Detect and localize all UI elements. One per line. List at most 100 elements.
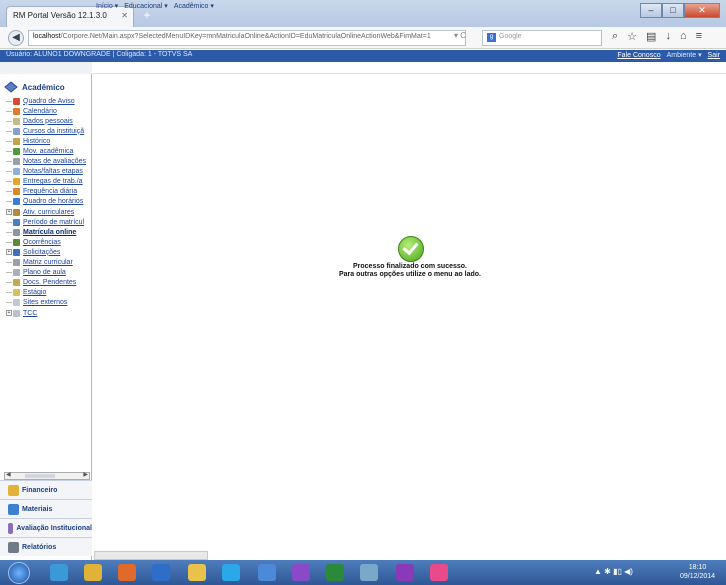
sidebar-item[interactable]: + Ativ. curriculares <box>6 207 92 217</box>
sidebar-section[interactable]: Relatórios <box>0 537 92 556</box>
sidebar-item-label: Notas/faltas etapas <box>23 168 83 176</box>
scroll-right-icon[interactable]: ▶ <box>83 471 88 478</box>
sidebar-item[interactable]: Calendário <box>6 106 92 116</box>
onenote-icon[interactable] <box>396 564 414 581</box>
sidebar-item[interactable]: Dados pessoais <box>6 116 92 126</box>
academic-icon <box>4 81 18 93</box>
sidebar-item[interactable]: Cursos da instituiçã <box>6 126 92 136</box>
search-icon[interactable]: ⌕ <box>612 30 618 43</box>
sidebar-item[interactable]: Notas/faltas etapas <box>6 167 92 177</box>
maximize-button[interactable]: □ <box>662 3 684 18</box>
colorful-app-icon[interactable] <box>430 564 448 581</box>
sidebar-item[interactable]: Quadro de horários <box>6 197 92 207</box>
reload-icon[interactable]: ▾ C <box>454 31 466 40</box>
sidebar-item[interactable]: Matriz curricular <box>6 258 92 268</box>
tree-line <box>6 151 12 153</box>
sidebar-item-label: Docs. Pendentes <box>23 279 77 287</box>
menu-academico[interactable]: Acadêmico ▾ <box>174 2 214 10</box>
sidebar-item[interactable]: Ocorrências <box>6 237 92 247</box>
visual-studio-icon[interactable] <box>292 564 310 581</box>
search-input[interactable]: g Google <box>482 30 602 46</box>
sidebar-section[interactable]: Financeiro <box>0 480 92 499</box>
sidebar-item[interactable]: Docs. Pendentes <box>6 278 92 288</box>
menu-bar <box>0 62 726 74</box>
sidebar-scrollbar[interactable]: ◀ ▶ <box>4 472 90 480</box>
clock[interactable]: 18:10 09/12/2014 <box>680 563 715 581</box>
menu-educacional[interactable]: Educacional ▾ <box>124 2 168 10</box>
sidebar-item-label: Matriz curricular <box>23 259 73 267</box>
tree-line <box>6 140 12 142</box>
app-icon[interactable] <box>258 564 276 581</box>
sidebar-title: Acadêmico <box>22 82 65 92</box>
fale-conosco-link[interactable]: Fale Conosco <box>617 52 660 59</box>
tree-line <box>6 221 12 223</box>
folder-icon[interactable] <box>188 564 206 581</box>
sidebar-item[interactable]: Período de matrícul <box>6 217 92 227</box>
menu-item-icon <box>13 238 20 246</box>
sidebar-item[interactable]: Mov. acadêmica <box>6 146 92 156</box>
sidebar-item[interactable]: Plano de aula <box>6 268 92 278</box>
menu-item-icon <box>13 309 20 317</box>
clock-date: 09/12/2014 <box>680 573 716 580</box>
system-tray[interactable]: ▲ ✱ ▮▯ ◀) <box>594 567 633 576</box>
sidebar-item[interactable]: Frequência diária <box>6 187 92 197</box>
bookmark-star-icon[interactable]: ☆ <box>627 30 637 43</box>
close-window-button[interactable]: ✕ <box>684 3 720 18</box>
sidebar-item-label: Estágio <box>23 289 47 297</box>
menu-inicio[interactable]: Início ▾ <box>96 2 118 10</box>
menu-item-icon <box>13 259 20 267</box>
sidebar-item[interactable]: Matrícula online <box>6 227 92 237</box>
reading-list-icon[interactable]: ▤ <box>646 30 656 43</box>
expand-icon[interactable]: + <box>6 209 12 216</box>
scroll-left-icon[interactable]: ◀ <box>6 471 11 478</box>
menu-item-icon <box>13 168 20 176</box>
sidebar-item-label: Período de matrícul <box>23 218 85 226</box>
sidebar-item[interactable]: + Solicitações <box>6 247 92 257</box>
sidebar-section[interactable]: Avaliação Institucional <box>0 518 92 537</box>
success-line-2: Para outras opções utilize o menu ao lad… <box>339 271 481 278</box>
user-bar: Usuário: ALUNO1 DOWNGRADE | Coligada: 1 … <box>0 50 726 62</box>
ambiente-menu[interactable]: Ambiente ▾ <box>667 52 702 59</box>
address-bar[interactable]: localhost/Corpore.Net/Main.aspx?Selected… <box>28 30 466 46</box>
taskbar: ▲ ✱ ▮▯ ◀) 18:10 09/12/2014 <box>0 560 726 585</box>
home-icon[interactable]: ⌂ <box>680 30 687 43</box>
excel-icon[interactable] <box>326 564 344 581</box>
tool-icon[interactable] <box>360 564 378 581</box>
clock-time: 18:10 <box>688 564 707 571</box>
chrome-icon[interactable] <box>84 564 102 581</box>
sidebar-item[interactable]: Entregas de trab./a <box>6 177 92 187</box>
sidebar-item-label: Mov. acadêmica <box>23 148 74 156</box>
tree-line <box>6 262 12 264</box>
minimize-button[interactable]: – <box>640 3 662 18</box>
expand-icon[interactable]: + <box>6 310 12 317</box>
new-tab-icon[interactable]: + <box>140 8 154 22</box>
sidebar-section[interactable]: Materiais <box>0 499 92 518</box>
section-icon <box>8 541 19 553</box>
sidebar-item[interactable]: Estágio <box>6 288 92 298</box>
back-icon[interactable]: ◀ <box>8 30 24 46</box>
sidebar-item[interactable]: + TCC <box>6 308 92 318</box>
outlook-icon[interactable] <box>152 564 170 581</box>
sidebar-item-label: Solicitações <box>23 248 61 256</box>
download-icon[interactable]: ↓ <box>665 30 671 43</box>
menu-icon[interactable]: ≡ <box>696 30 702 43</box>
menu-item-icon <box>13 117 20 125</box>
sidebar: Acadêmico Quadro de Aviso Calendário Dados… <box>0 74 92 560</box>
menu-item-icon <box>13 148 20 156</box>
sidebar-item[interactable]: Sites externos <box>6 298 92 308</box>
ie-icon[interactable] <box>50 564 68 581</box>
sidebar-item[interactable]: Quadro de Aviso <box>6 96 92 106</box>
sidebar-item[interactable]: Notas de avaliações <box>6 157 92 167</box>
firefox-icon[interactable] <box>118 564 136 581</box>
sidebar-item[interactable]: Histórico <box>6 136 92 146</box>
tree-line <box>6 181 12 183</box>
sidebar-item-label: Notas de avaliações <box>23 158 87 166</box>
skype-icon[interactable] <box>222 564 240 581</box>
expand-icon[interactable]: + <box>6 249 12 256</box>
main-menus: Início ▾ Educacional ▾ Acadêmico ▾ <box>96 2 214 10</box>
start-button[interactable] <box>8 562 30 584</box>
tab-close-icon[interactable]: ✕ <box>121 11 128 20</box>
sair-link[interactable]: Sair <box>708 52 720 59</box>
sidebar-item-label: Plano de aula <box>23 269 66 277</box>
scroll-thumb[interactable] <box>25 474 55 478</box>
